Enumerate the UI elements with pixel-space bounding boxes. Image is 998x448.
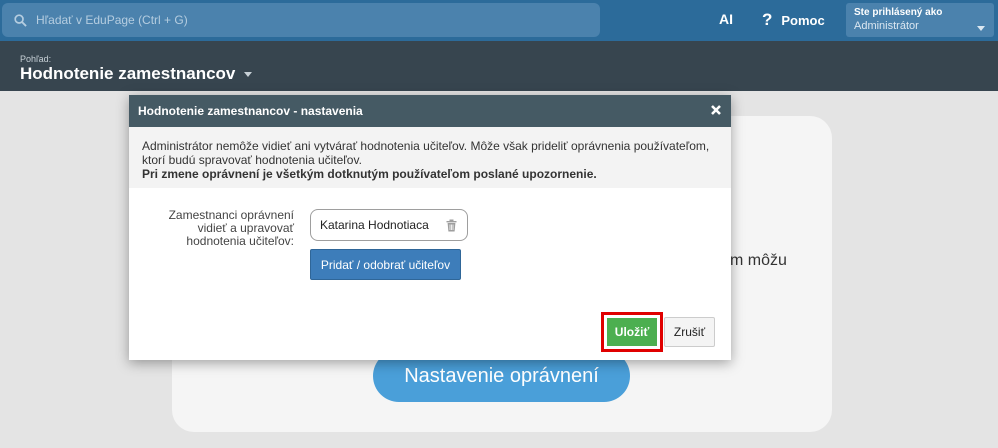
help-icon: ? <box>762 10 773 29</box>
save-button[interactable]: Uložiť <box>607 318 657 346</box>
add-remove-teachers-button[interactable]: Pridať / odobrať učiteľov <box>310 249 461 280</box>
cancel-button[interactable]: Zrušiť <box>664 317 715 347</box>
ai-button[interactable]: AI <box>719 11 733 27</box>
help-button[interactable]: ? Pomoc <box>762 10 825 30</box>
view-label: Pohľad: <box>20 54 52 64</box>
user-name: Administrátor <box>854 20 919 32</box>
user-menu[interactable]: Ste prihlásený ako Administrátor <box>846 3 994 37</box>
top-bar: AI ? Pomoc Ste prihlásený ako Administrá… <box>0 0 998 41</box>
assigned-user-name: Katarina Hodnotiaca <box>320 218 429 232</box>
dialog-header: Hodnotenie zamestnancov - nastavenia <box>129 95 731 127</box>
save-highlight: Uložiť <box>601 312 663 352</box>
page-title: Hodnotenie zamestnancov <box>20 64 236 83</box>
info-box: Administrátor nemôže vidieť ani vytvárať… <box>129 127 731 188</box>
assigned-user-chip: Katarina Hodnotiaca <box>310 209 468 241</box>
chevron-down-icon <box>977 26 985 31</box>
dialog-title: Hodnotenie zamestnancov - nastavenia <box>138 104 363 118</box>
view-selector[interactable]: Hodnotenie zamestnancov <box>20 64 253 84</box>
user-menu-caption: Ste prihlásený ako <box>854 7 943 18</box>
card-text: m môžu <box>730 252 787 269</box>
search-input[interactable] <box>36 13 576 27</box>
search-icon <box>14 13 27 27</box>
chevron-down-icon <box>244 71 253 77</box>
help-label: Pomoc <box>781 12 825 28</box>
settings-dialog: Hodnotenie zamestnancov - nastavenia Adm… <box>129 95 731 360</box>
info-text: Administrátor nemôže vidieť ani vytvárať… <box>142 139 710 167</box>
permission-field-label: Zamestnanci oprávnení vidieť a upravovať… <box>168 208 294 248</box>
view-header: Pohľad: Hodnotenie zamestnancov <box>0 41 998 91</box>
info-warning: Pri zmene oprávnení je všetkým dotknutým… <box>142 167 597 181</box>
close-icon[interactable] <box>709 103 723 117</box>
trash-icon[interactable] <box>446 219 457 232</box>
search-box[interactable] <box>2 3 600 37</box>
